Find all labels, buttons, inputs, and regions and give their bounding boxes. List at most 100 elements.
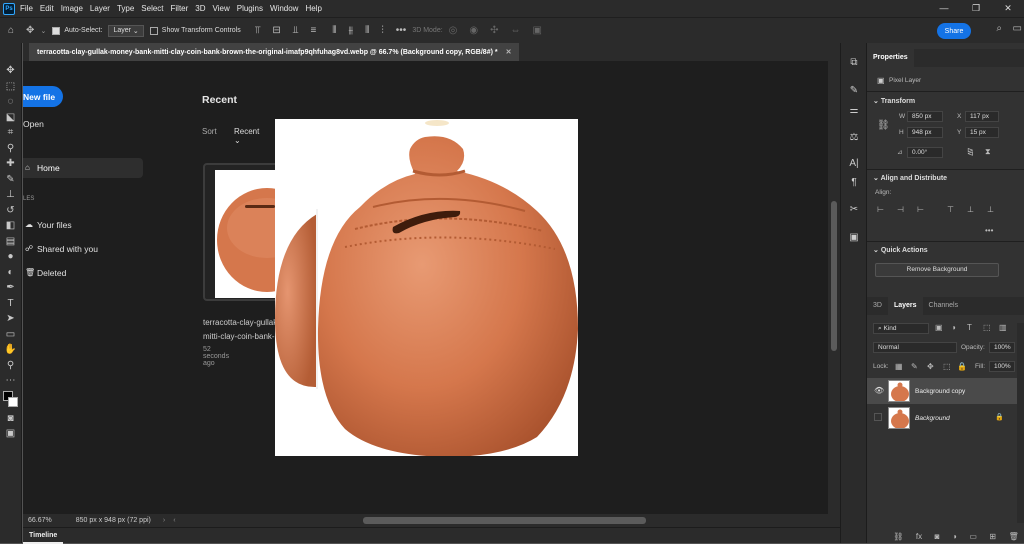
lock-pixels-icon[interactable]: ✎ xyxy=(911,362,918,371)
hand-tool-icon[interactable]: ✋ xyxy=(0,342,22,358)
menu-layer[interactable]: Layer xyxy=(90,4,110,13)
history-brush-icon[interactable]: ↺ xyxy=(0,203,22,219)
search-icon[interactable]: ⌕ xyxy=(996,23,1002,34)
align-vcenter-icon[interactable]: ⊟ xyxy=(272,25,280,36)
sidebar-item-home[interactable]: ⌂ Home xyxy=(23,158,143,178)
eye-icon[interactable]: 👁 xyxy=(874,386,884,395)
type-tool-icon[interactable]: T xyxy=(0,296,22,312)
menu-select[interactable]: Select xyxy=(141,4,163,13)
tab-properties[interactable]: Properties xyxy=(867,49,914,67)
filter-smart-icon[interactable]: ▥ xyxy=(999,323,1007,332)
align-middle-icon[interactable]: ⊥ xyxy=(967,205,974,214)
transform-controls-checkbox[interactable] xyxy=(149,26,158,35)
status-expand-icon[interactable]: › xyxy=(163,517,165,524)
layer-row-background[interactable]: Background 🔒 xyxy=(867,405,1017,431)
shape-tool-icon[interactable]: ▭ xyxy=(0,327,22,343)
marquee-tool-icon[interactable]: ⬚ xyxy=(0,79,22,95)
lock-all-icon[interactable]: 🔒 xyxy=(957,362,967,371)
chevron-down-icon[interactable]: ⌄ xyxy=(40,27,46,35)
distribute-center-icon[interactable]: ⫵ xyxy=(348,25,353,36)
recent-file-name-line1[interactable]: terracotta-clay-gullak-money-bank- xyxy=(203,318,279,327)
distribute-space-icon[interactable]: ⫶ xyxy=(381,25,384,36)
tools-panel-icon[interactable]: ✂ xyxy=(841,204,867,215)
tab-3d[interactable]: 3D xyxy=(867,297,888,315)
path-select-tool-icon[interactable]: ➤ xyxy=(0,311,22,327)
close-tab-icon[interactable]: ✕ xyxy=(506,48,512,56)
layer-name[interactable]: Background xyxy=(915,415,950,422)
color-swatches[interactable] xyxy=(0,389,22,411)
filter-type-icon[interactable]: T xyxy=(967,323,972,332)
angle-field[interactable]: 0.00° xyxy=(907,147,943,158)
width-field[interactable]: 850 px xyxy=(907,111,943,122)
menu-plugins[interactable]: Plugins xyxy=(237,4,263,13)
sidebar-item-shared[interactable]: Shared with you xyxy=(37,244,98,254)
distribute-left-icon[interactable]: ⫴ xyxy=(332,25,336,36)
blur-tool-icon[interactable]: ● xyxy=(0,249,22,265)
align-right-icon[interactable]: ⊢ xyxy=(917,205,924,214)
vertical-scrollbar[interactable] xyxy=(828,61,840,514)
menu-type[interactable]: Type xyxy=(117,4,134,13)
minimize-button[interactable]: — xyxy=(928,0,960,17)
sidebar-item-your-files[interactable]: Your files xyxy=(37,220,72,230)
home-icon[interactable]: ⌂ xyxy=(8,25,14,36)
delete-layer-icon[interactable]: 🗑 xyxy=(1009,532,1019,541)
align-left-icon[interactable]: ⊢ xyxy=(877,205,884,214)
auto-select-dropdown[interactable]: Layer ⌄ xyxy=(108,24,144,37)
tab-layers[interactable]: Layers xyxy=(887,297,923,315)
maximize-button[interactable]: ❐ xyxy=(960,0,992,17)
vertical-scroll-thumb[interactable] xyxy=(831,201,837,351)
lasso-tool-icon[interactable]: ◌ xyxy=(0,94,22,110)
screen-mode-icon[interactable]: ▣ xyxy=(0,426,22,442)
menu-3d[interactable]: 3D xyxy=(195,4,205,13)
recent-file-name-line2[interactable]: mitti-clay-coin-bank-brown-the xyxy=(203,332,279,341)
add-mask-icon[interactable]: ◙ xyxy=(935,532,940,541)
eyedropper-tool-icon[interactable]: ⚲ xyxy=(0,141,22,157)
menu-help[interactable]: Help xyxy=(305,4,321,13)
brush-tool-icon[interactable]: ✎ xyxy=(0,172,22,188)
filter-adjust-icon[interactable]: ◑ xyxy=(951,323,956,332)
distribute-right-icon[interactable]: ⫴ xyxy=(365,25,369,36)
close-button[interactable]: ✕ xyxy=(992,0,1024,17)
align-top-icon[interactable]: ⫪ xyxy=(255,25,261,36)
opacity-field[interactable]: 100% xyxy=(989,342,1015,353)
more-align-icon[interactable]: ••• xyxy=(985,226,993,235)
move-tool-icon[interactable]: ✥ xyxy=(26,25,34,36)
zoom-tool-icon[interactable]: ⚲ xyxy=(0,358,22,374)
adjustment-layer-icon[interactable]: ◑ xyxy=(952,532,957,541)
new-layer-icon[interactable]: ⊞ xyxy=(989,532,996,541)
link-layers-icon[interactable]: ⛓ xyxy=(893,532,903,541)
menu-filter[interactable]: Filter xyxy=(171,4,189,13)
tab-timeline[interactable]: Timeline xyxy=(23,528,64,544)
link-icon[interactable]: ⛓ xyxy=(877,120,890,131)
fx-icon[interactable]: fx xyxy=(916,532,922,541)
filter-pixel-icon[interactable]: ▣ xyxy=(935,323,943,332)
horizontal-scroll-thumb[interactable] xyxy=(363,517,646,524)
eraser-tool-icon[interactable]: ◧ xyxy=(0,218,22,234)
quick-actions-header[interactable]: ⌄ Quick Actions xyxy=(873,246,928,254)
kind-filter-dropdown[interactable]: ⌕ Kind xyxy=(873,323,929,334)
layers-scrollbar[interactable] xyxy=(1017,323,1024,523)
document-image[interactable] xyxy=(275,119,578,456)
more-options-icon[interactable]: ••• xyxy=(396,25,407,36)
pen-tool-icon[interactable]: ✒ xyxy=(0,280,22,296)
filter-shape-icon[interactable]: ⬚ xyxy=(983,323,991,332)
object-select-tool-icon[interactable]: ⬕ xyxy=(0,110,22,126)
paragraph-panel-icon[interactable]: ¶ xyxy=(841,177,867,188)
menu-window[interactable]: Window xyxy=(270,4,298,13)
align-hcenter-icon[interactable]: ≡ xyxy=(310,25,316,36)
tab-channels[interactable]: Channels xyxy=(923,297,965,315)
layer-row-background-copy[interactable]: 👁 Background copy xyxy=(867,378,1017,404)
photoshop-logo[interactable]: Ps xyxy=(3,2,15,15)
align-top-edge-icon[interactable]: ⊤ xyxy=(947,205,954,214)
align-bottom-icon[interactable]: ⫫ xyxy=(293,25,299,36)
scroll-left-icon[interactable]: ‹ xyxy=(173,517,175,524)
y-field[interactable]: 15 px xyxy=(965,127,999,138)
lock-position-icon[interactable]: ✥ xyxy=(927,362,934,371)
menu-file[interactable]: File xyxy=(20,4,33,13)
lock-artboard-icon[interactable]: ⬚ xyxy=(943,362,951,371)
workspace-icon[interactable]: ▭ xyxy=(1013,23,1022,34)
menu-image[interactable]: Image xyxy=(61,4,83,13)
adjustments-icon[interactable]: ⚌ xyxy=(841,105,867,116)
new-group-icon[interactable]: ▭ xyxy=(969,532,977,541)
sidebar-item-deleted[interactable]: Deleted xyxy=(37,268,66,278)
